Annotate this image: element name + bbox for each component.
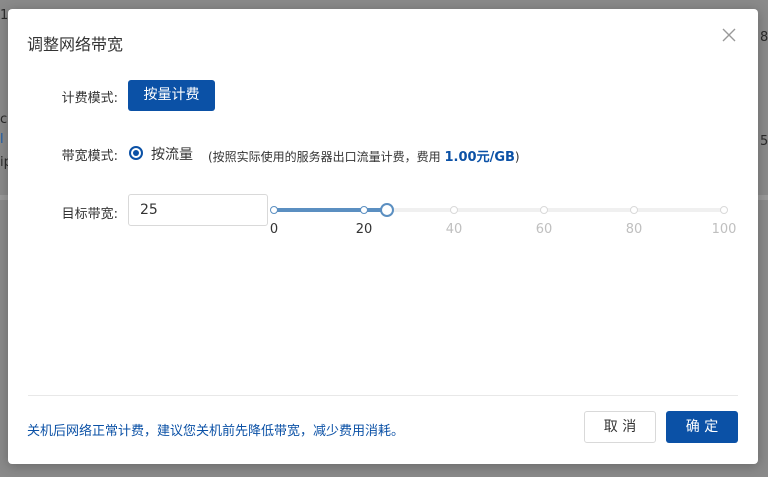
pay-as-you-go-button[interactable]: 按量计费 <box>128 80 215 111</box>
billing-note-suffix: ) <box>514 150 520 164</box>
billing-note-prefix: (按照实际使用的服务器出口流量计费，费用 <box>208 150 441 164</box>
adjust-bandwidth-dialog: 调整网络带宽 计费模式: 按量计费 带宽模式: 按流量 (按照实际使用的服务器出… <box>8 9 758 464</box>
slider-dot[interactable] <box>270 206 278 214</box>
slider-dot[interactable] <box>360 206 368 214</box>
bandwidth-input[interactable] <box>128 194 268 226</box>
bandwidth-slider[interactable]: 0 20 40 60 80 100 <box>270 203 736 237</box>
confirm-button[interactable]: 确 定 <box>666 411 738 443</box>
traffic-radio-label[interactable]: 按流量 <box>151 144 193 164</box>
cancel-button[interactable]: 取 消 <box>584 411 656 443</box>
dialog-title: 调整网络带宽 <box>27 35 124 54</box>
background-text: 8 <box>760 30 768 45</box>
footer-divider <box>28 395 738 396</box>
slider-dot[interactable] <box>540 206 548 214</box>
slider-mark-label[interactable]: 60 <box>536 222 553 237</box>
slider-mark-label[interactable]: 20 <box>356 222 373 237</box>
traffic-price: 1.00元/GB <box>444 150 515 165</box>
footer-note: 关机后网络正常计费，建议您关机前先降低带宽，减少费用消耗。 <box>27 424 405 439</box>
slider-dot[interactable] <box>630 206 638 214</box>
target-bandwidth-label: 目标带宽: <box>61 207 118 222</box>
bandwidth-mode-label: 带宽模式: <box>61 149 118 164</box>
traffic-radio[interactable] <box>129 146 143 160</box>
slider-mark-label[interactable]: 100 <box>712 222 737 237</box>
slider-dot[interactable] <box>450 206 458 214</box>
slider-mark-label[interactable]: 0 <box>270 222 278 237</box>
slider-dot[interactable] <box>720 206 728 214</box>
background-text: 5 <box>760 134 768 149</box>
billing-mode-label: 计费模式: <box>61 91 118 106</box>
slider-mark-label[interactable]: 80 <box>626 222 643 237</box>
close-icon[interactable] <box>720 26 738 44</box>
slider-mark-label[interactable]: 40 <box>446 222 463 237</box>
background-text: l <box>0 132 4 147</box>
slider-handle[interactable] <box>379 203 394 217</box>
slider-track <box>274 208 387 212</box>
billing-note: (按照实际使用的服务器出口流量计费，费用 1.00元/GB) <box>208 146 520 165</box>
